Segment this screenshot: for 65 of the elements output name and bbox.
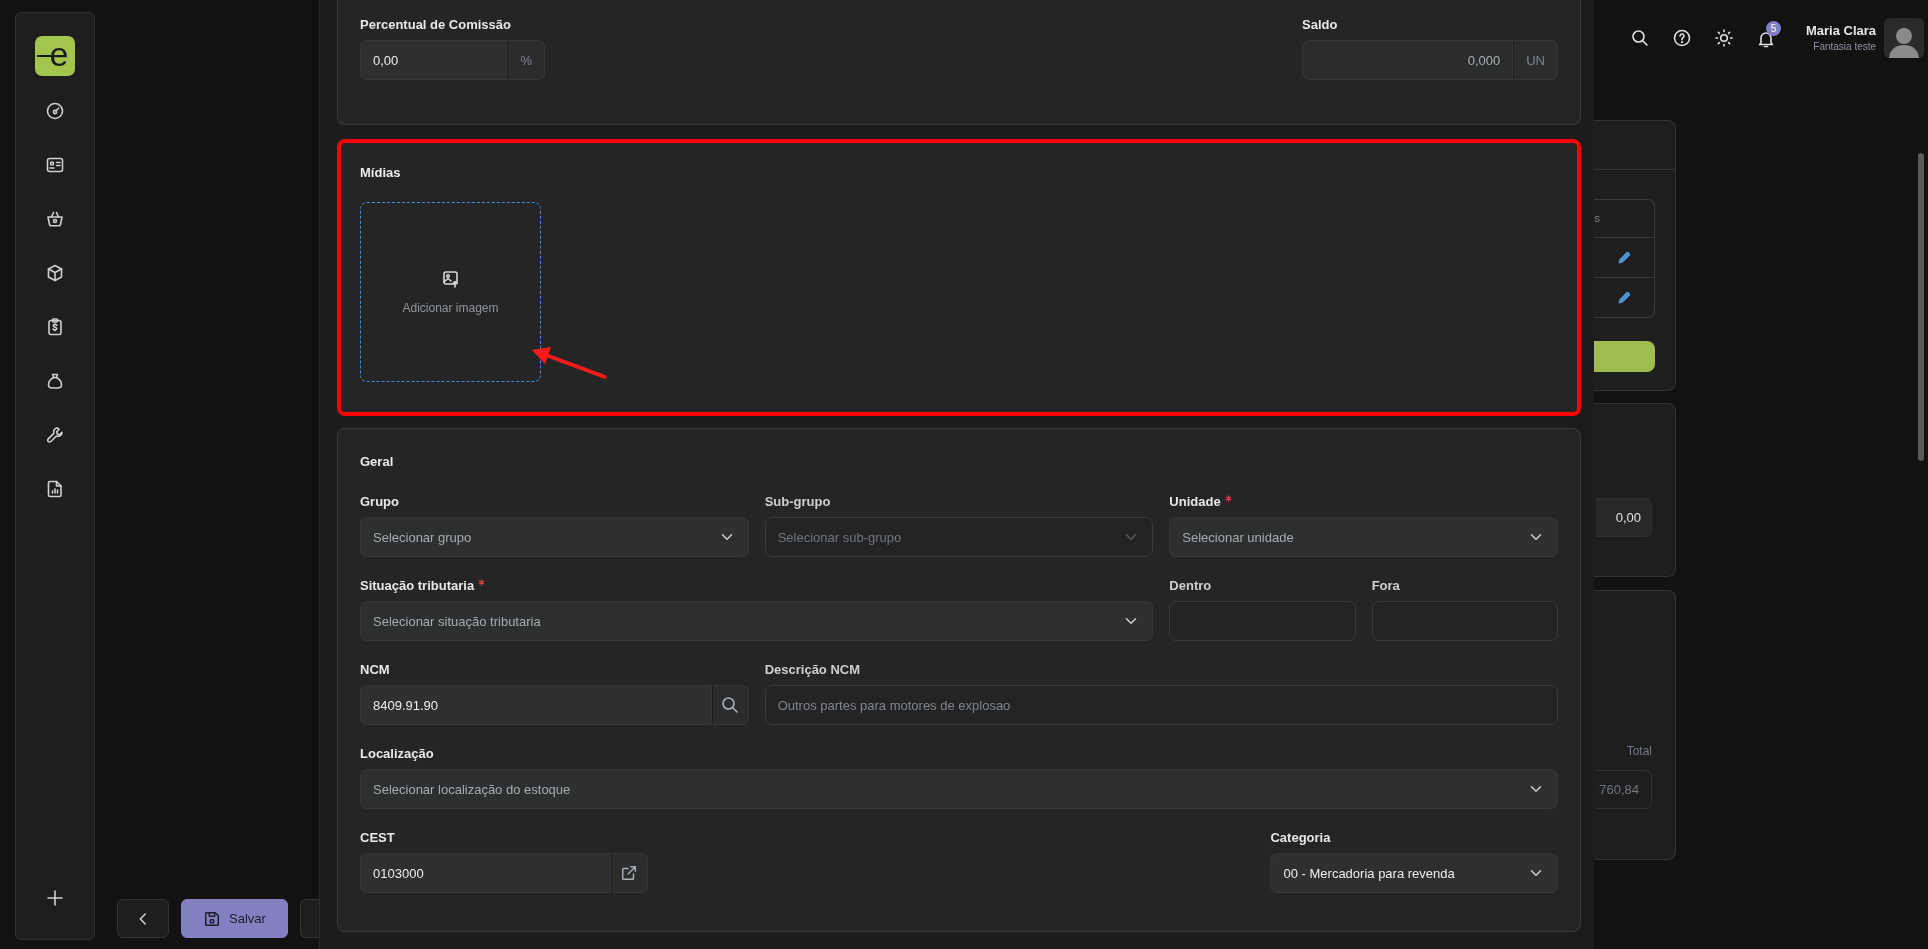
field-label: Percentual de Comissão [360,16,511,34]
notifications-button[interactable]: 5 [1756,20,1782,49]
field-label: Localização [360,745,434,763]
field-label: CEST [360,829,395,847]
field-label: Saldo [1302,16,1338,34]
edit-button[interactable] [1616,289,1632,306]
select-field[interactable]: Selecionar situação tributaria [360,601,1154,641]
report-icon [45,479,65,499]
user-name: Maria Clara [1806,23,1877,38]
field-label: Dentro [1169,577,1212,595]
total-field[interactable]: 760,84 [1596,770,1652,809]
field-label: NCM [360,661,390,679]
open-link-button[interactable] [610,853,648,893]
sun-icon [1714,27,1734,48]
pencil-icon [1616,249,1632,266]
search-button[interactable] [711,685,749,725]
box-icon [45,263,65,283]
dashboard-icon [45,101,65,121]
field-label: Situação tributaria [360,577,486,595]
notification-badge: 5 [1766,20,1781,36]
search-icon [720,695,741,715]
select-field[interactable]: 00 - Mercadoria para revenda [1270,853,1558,893]
field-label: Descrição NCM [764,661,861,679]
column-header: S [1594,213,1600,224]
section-title: Mídias [360,164,402,182]
basket-icon [45,209,65,229]
help-button[interactable] [1672,27,1692,48]
edit-button[interactable] [1616,249,1632,266]
plus-icon [45,888,65,908]
field-label: Fora [1371,577,1400,595]
field-label: Categoria [1270,829,1331,847]
scrollbar-thumb[interactable] [1918,153,1924,461]
search-button[interactable] [1630,27,1650,48]
external-link-icon [620,864,638,882]
save-button[interactable]: Salvar [181,899,288,938]
select-field[interactable]: Selecionar localização do estoque [360,769,1558,809]
select-field[interactable]: Selecionar unidade [1169,517,1558,557]
unit-label: % [507,40,545,80]
money-bag-icon [45,371,65,391]
app-logo[interactable]: e [35,36,75,76]
section-title: Geral [360,453,395,471]
input-field[interactable]: 8409.91.90 [360,685,712,725]
field-label: Sub-grupo [764,493,831,511]
total-label: Total [1626,744,1652,758]
search-icon [1630,27,1650,48]
pencil-icon [1616,289,1632,306]
field-label: Grupo [360,493,399,511]
input-field[interactable]: 0,00 [360,40,508,80]
amount-field[interactable]: 0,00 [1596,498,1652,537]
avatar[interactable] [1884,17,1925,58]
required-icon [478,579,486,586]
input-field[interactable]: 0,000 [1302,40,1514,80]
help-icon [1672,27,1692,48]
unit-label: UN [1513,40,1558,80]
user-company: Fantasia teste [1813,41,1877,52]
save-icon [203,909,222,928]
input-field[interactable]: 0103000 [360,853,611,893]
select-field[interactable]: Selecionar grupo [360,517,749,557]
field-label: Unidade [1169,493,1232,511]
theme-button[interactable] [1714,27,1734,48]
id-card-icon [45,155,65,175]
clipboard-icon [45,317,65,337]
image-upload-icon [440,269,461,289]
required-icon [1224,495,1232,502]
wrench-icon [45,425,65,445]
